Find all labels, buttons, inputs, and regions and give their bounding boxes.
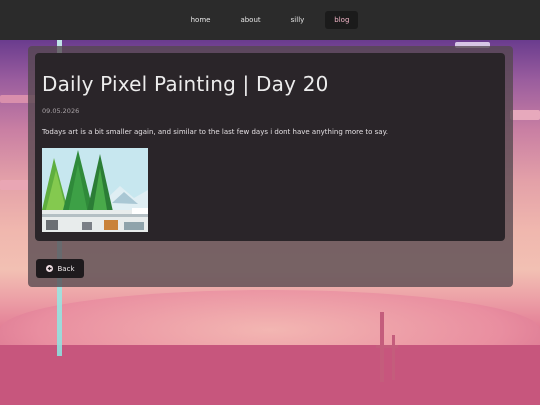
nav-link-about[interactable]: about: [231, 11, 269, 29]
nav-link-home[interactable]: home: [182, 11, 220, 29]
top-navigation: home about silly blog: [0, 0, 540, 40]
back-button[interactable]: Back: [36, 259, 84, 278]
post-date: 09.05.2026: [42, 107, 80, 115]
post-image[interactable]: [42, 148, 148, 232]
back-button-label: Back: [57, 264, 75, 273]
post-body: Todays art is a bit smaller again, and s…: [42, 128, 388, 136]
cloud: [510, 110, 540, 120]
post-title: Daily Pixel Painting | Day 20: [42, 72, 329, 96]
arrow-left-circle-icon: [45, 265, 53, 272]
nav-link-silly[interactable]: silly: [282, 11, 314, 29]
distant-tower: [392, 335, 395, 380]
cloud: [0, 180, 30, 190]
pixel-art-painting-icon: [42, 148, 148, 232]
ground-lower: [0, 345, 540, 405]
nav-link-blog[interactable]: blog: [325, 11, 359, 29]
arrow-left-glyph: [47, 266, 51, 271]
